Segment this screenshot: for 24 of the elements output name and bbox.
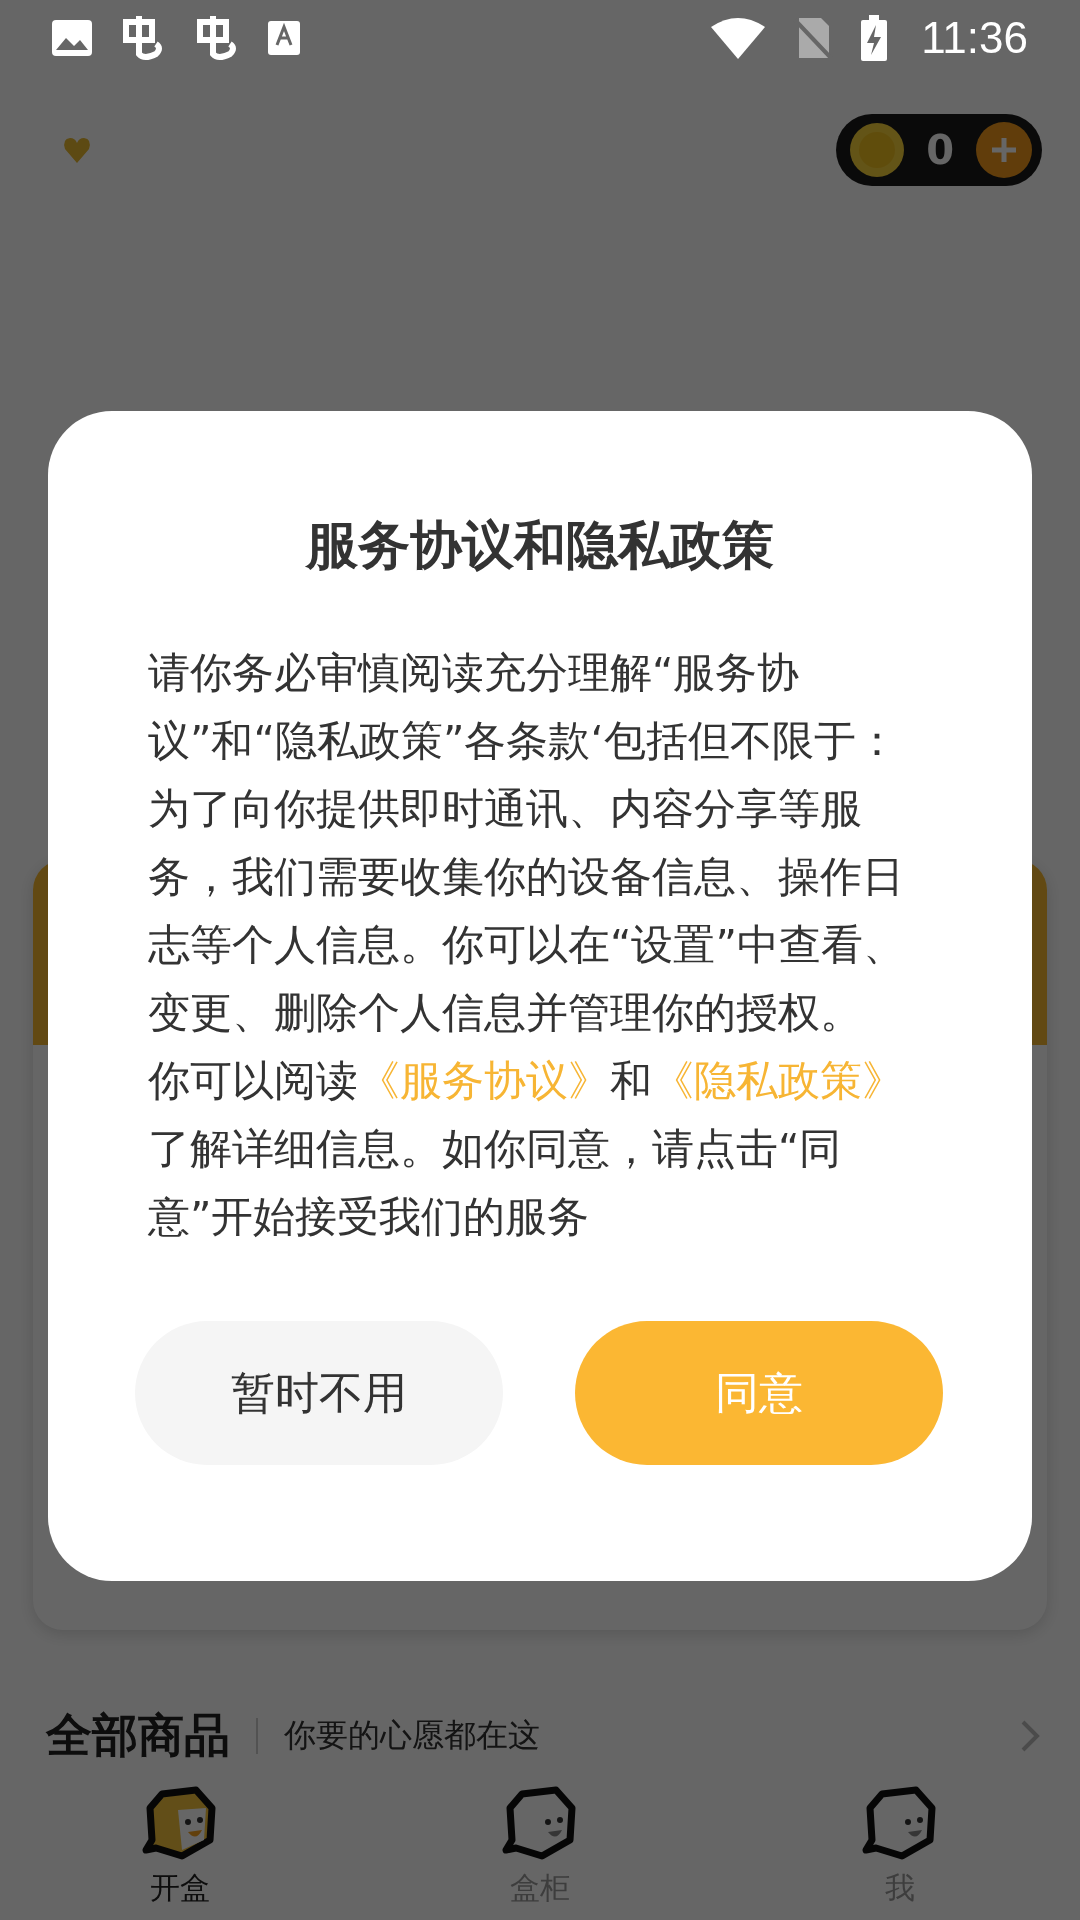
coin-balance[interactable]: 0 <box>836 114 1042 186</box>
cube-character-icon <box>142 1784 218 1860</box>
dialog-title: 服务协议和隐私政策 <box>304 514 775 577</box>
nav-label: 开盒 <box>150 1869 210 1907</box>
section-subtitle: 你要的心愿都在这 <box>284 1715 541 1756</box>
coin-icon <box>850 123 905 177</box>
font-icon <box>268 20 300 55</box>
status-time: 11:36 <box>921 12 1028 63</box>
agree-button[interactable]: 同意 <box>575 1321 943 1465</box>
cube-character-icon <box>502 1784 578 1860</box>
dialog-text: 请你务必审慎阅读充分理解“服务协议”和“隐私政策”各条款‘包括但不限于：为了向你提供即时通讯、内容分享等服务，我们需要收集你的设备信息、操作日志等个人信息。你可以在“设置”中查看、变更、删除个人信息并管理你的授权。 <box>148 647 906 1039</box>
nav-tab[interactable]: 开盒 <box>0 1780 360 1920</box>
cube-character-icon <box>862 1784 938 1860</box>
heart-icon <box>62 135 92 165</box>
consent-text: 你可以阅读《服务协议》和《隐私政策》 了解详细信息。如你同意，请点击“同意”开始接受我们的服务 <box>148 1055 905 1243</box>
policy-link[interactable]: 《隐私政策》 <box>652 1056 904 1105</box>
battery-charging-icon <box>861 14 888 61</box>
add-button[interactable] <box>976 122 1032 178</box>
decline-button[interactable]: 暂时不用 <box>135 1321 503 1465</box>
policy-link[interactable]: 《服务协议》 <box>358 1056 610 1105</box>
coin-count: 0 <box>926 127 954 173</box>
wifi-icon <box>711 16 766 59</box>
image-icon <box>52 19 92 56</box>
section-title: 全部商品 <box>46 1707 230 1764</box>
